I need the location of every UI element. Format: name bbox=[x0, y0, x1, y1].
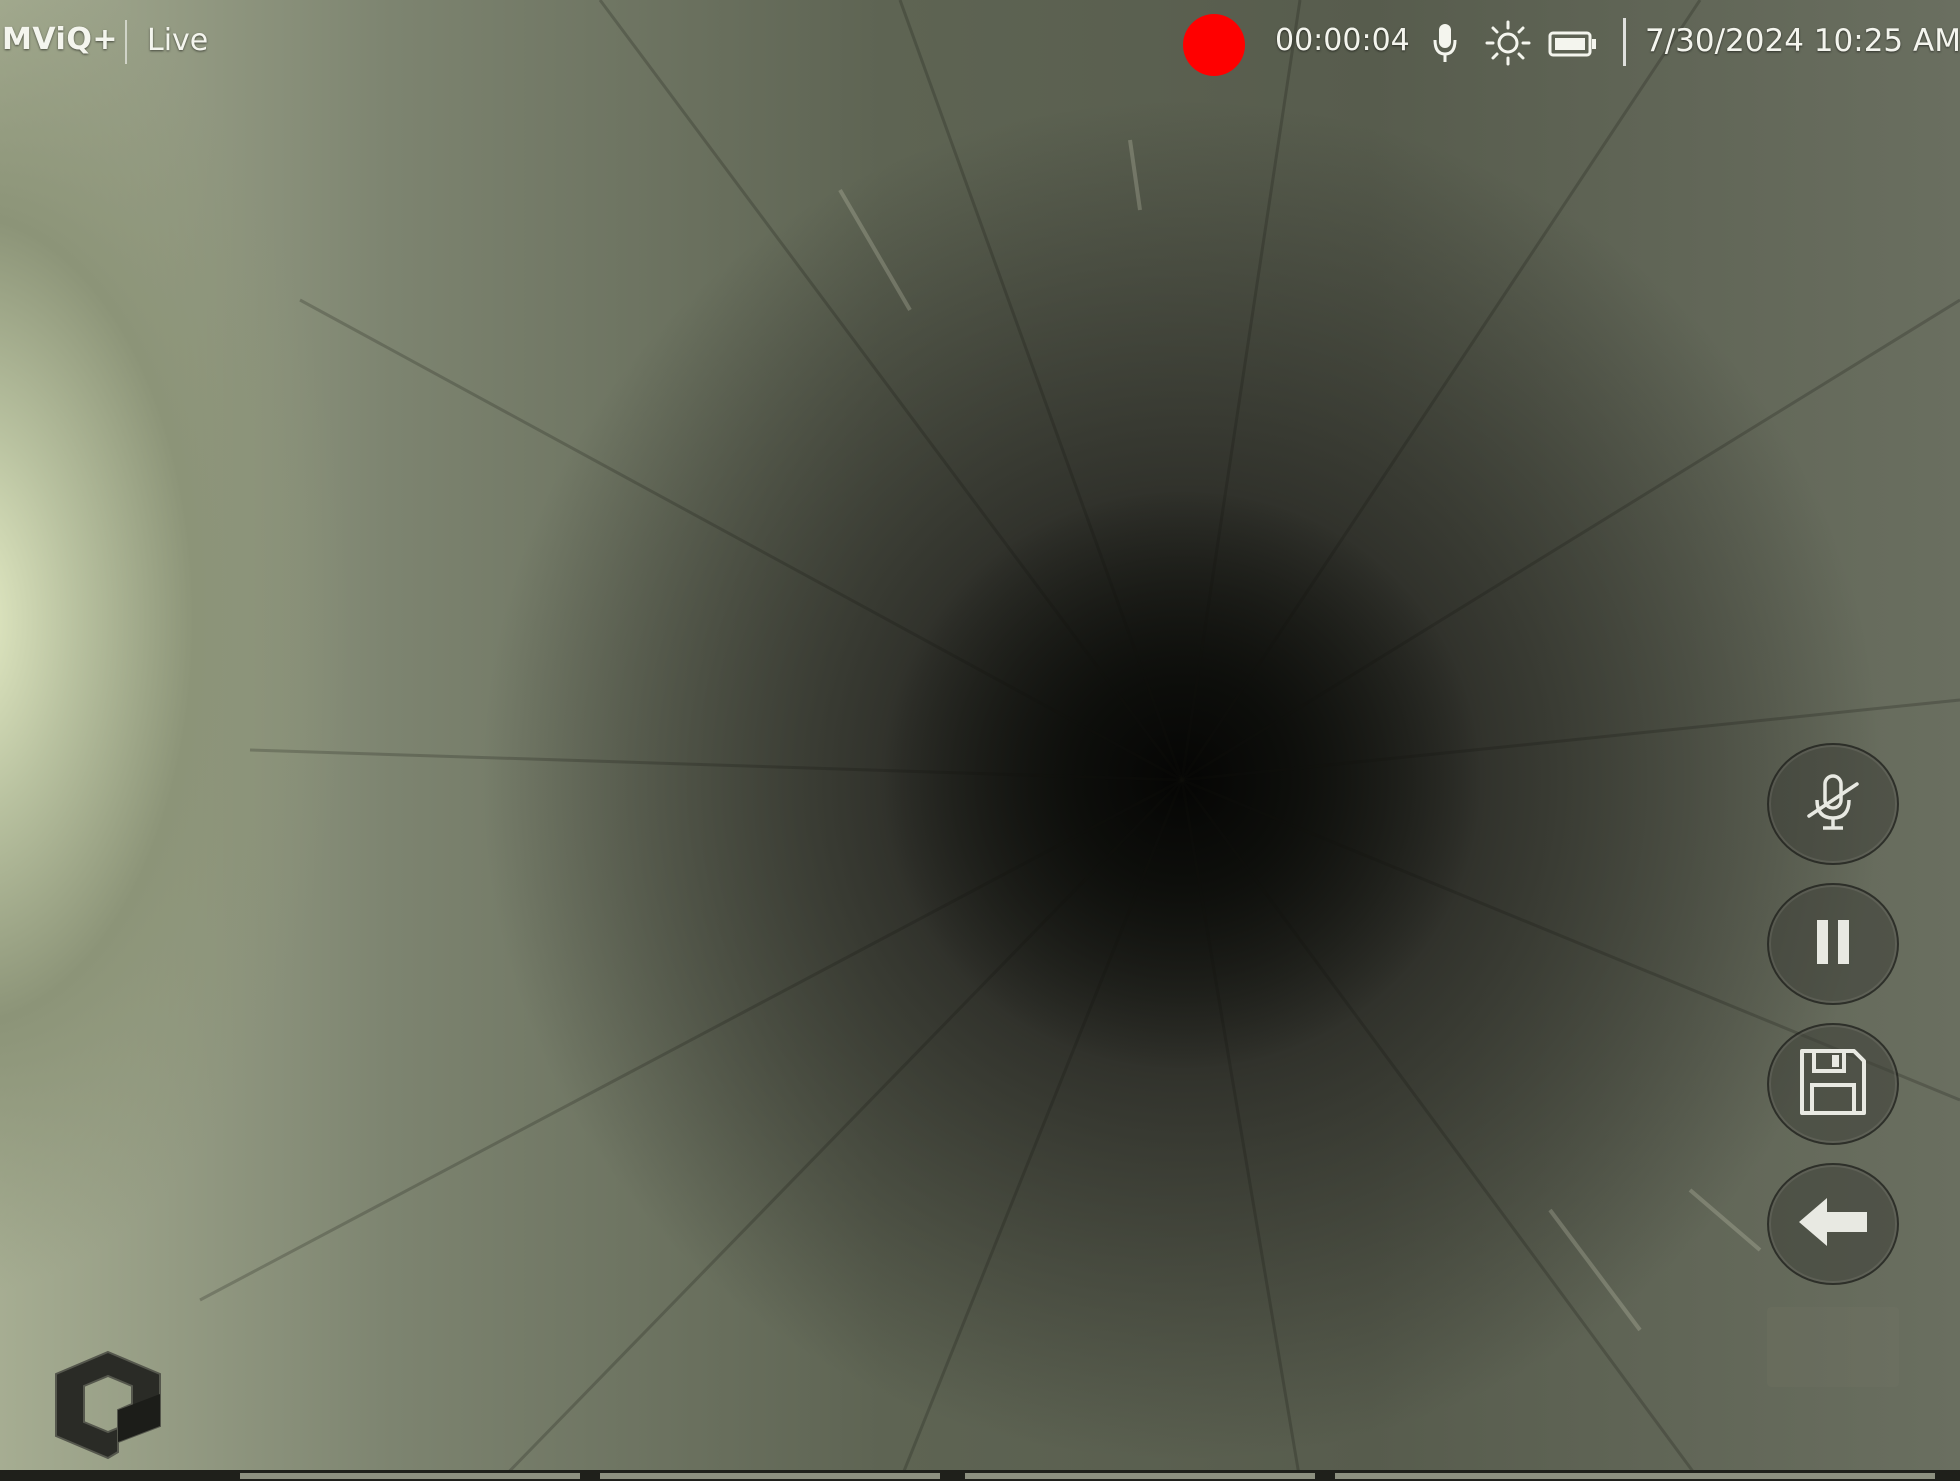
app-logo bbox=[48, 1348, 168, 1466]
date-time: 7/30/2024 10:25 AM bbox=[1645, 23, 1960, 59]
app-brand: MViQ+ bbox=[2, 22, 118, 57]
brightness-icon bbox=[1485, 20, 1531, 70]
microphone-icon bbox=[1431, 22, 1459, 68]
status-divider bbox=[125, 20, 127, 64]
status-divider bbox=[1623, 18, 1626, 66]
back-button[interactable] bbox=[1767, 1163, 1899, 1285]
recording-indicator bbox=[1183, 14, 1245, 76]
mute-microphone-button[interactable] bbox=[1767, 743, 1899, 865]
empty-control-slot bbox=[1767, 1307, 1899, 1387]
pause-icon bbox=[1803, 912, 1863, 976]
status-bar: MViQ+ Live 00:00:04 7/30/2024 10:25 AM bbox=[0, 0, 1960, 86]
pause-recording-button[interactable] bbox=[1767, 883, 1899, 1005]
camera-texture bbox=[199, 0, 1960, 1481]
battery-icon bbox=[1548, 30, 1598, 62]
mode-label: Live bbox=[147, 23, 209, 58]
arrow-left-icon bbox=[1793, 1192, 1873, 1256]
bottom-edge bbox=[0, 1470, 1960, 1481]
save-button[interactable] bbox=[1767, 1023, 1899, 1145]
floppy-disk-icon bbox=[1794, 1043, 1872, 1125]
microphone-muted-icon bbox=[1797, 766, 1869, 842]
camera-feed bbox=[0, 0, 1960, 1481]
recording-timer: 00:00:04 bbox=[1275, 23, 1410, 58]
